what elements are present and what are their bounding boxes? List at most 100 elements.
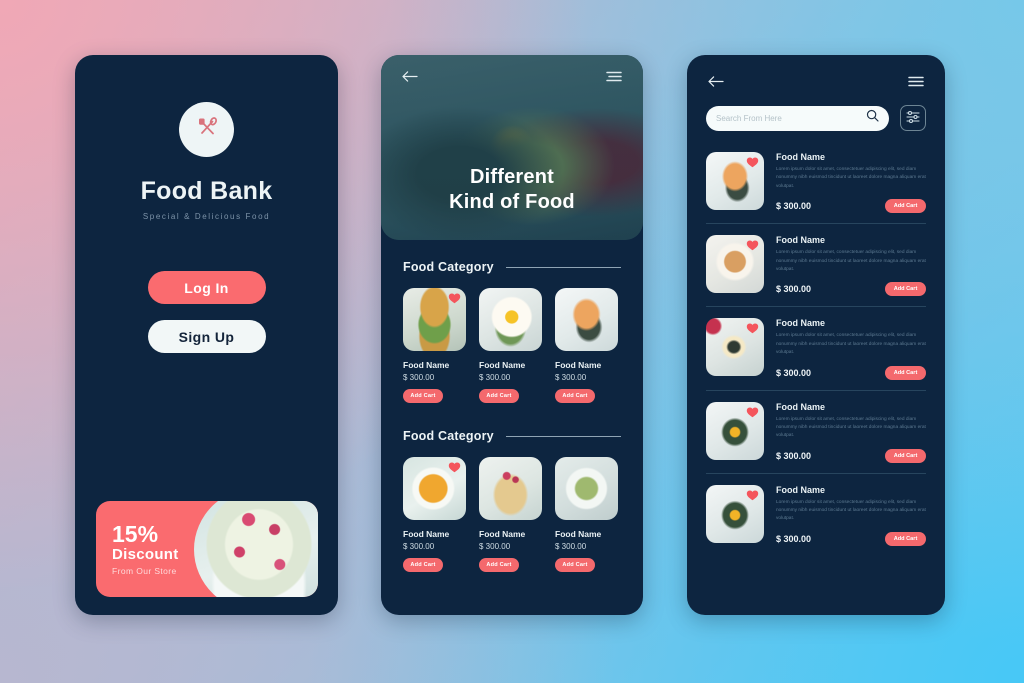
login-button[interactable]: Log In [147, 271, 266, 304]
add-cart-button[interactable]: Add Cart [555, 389, 595, 403]
section-header: Food Category [381, 429, 643, 443]
add-cart-button[interactable]: Add Cart [885, 531, 926, 546]
sliders-filter-icon [905, 109, 921, 128]
promo-banner[interactable]: 15% Discount From Our Store [96, 501, 318, 597]
food-card-name: Food Name [555, 360, 602, 370]
promo-percent: 15% [112, 520, 159, 547]
food-card-name: Food Name [403, 529, 450, 539]
sandwich-plate-photo [706, 318, 764, 377]
promo-discount-label: Discount [112, 546, 179, 564]
add-cart-button[interactable]: Add Cart [403, 558, 443, 572]
heart-icon[interactable] [448, 292, 461, 304]
food-card-price: $ 300.00 [403, 373, 435, 382]
food-card-price: $ 300.00 [403, 542, 435, 551]
avocado-egg-toast-photo [706, 484, 764, 543]
list-item-name: Food Name [776, 401, 826, 412]
food-card-name: Food Name [479, 529, 526, 539]
food-card-row: Food Name $ 300.00 Add Cart Food Name $ … [381, 288, 643, 403]
add-cart-button[interactable]: Add Cart [555, 558, 595, 572]
list-item-description: Lorem ipsum dolor sit amet, consectetuer… [776, 499, 926, 522]
hamburger-menu-icon [907, 76, 925, 91]
food-card-price: $ 300.00 [479, 542, 511, 551]
food-card-name: Food Name [479, 360, 526, 370]
list-item[interactable]: Food Name Lorem ipsum dolor sit amet, co… [706, 391, 926, 463]
pancake-stack-photo [194, 501, 318, 597]
search-input[interactable] [716, 113, 866, 123]
screen3-header [687, 55, 945, 88]
section-header: Food Category [381, 260, 643, 274]
add-cart-button[interactable]: Add Cart [885, 282, 926, 297]
hero-title: Different Kind of Food [381, 165, 643, 214]
list-item-description: Lorem ipsum dolor sit amet, consectetuer… [776, 416, 926, 439]
menu-button[interactable] [605, 70, 623, 83]
list-item-price: $ 300.00 [776, 201, 812, 212]
section-title: Food Category [403, 260, 494, 274]
category-screen: Different Kind of Food Food Category Foo… [381, 55, 643, 615]
burger-photo [403, 288, 466, 351]
filter-button[interactable] [900, 105, 926, 131]
list-item-name: Food Name [776, 152, 826, 162]
login-screen: Food Bank Special & Delicious Food Log I… [75, 55, 338, 615]
peach-toast-photo [555, 288, 618, 351]
page-title: Food Bank [140, 177, 273, 205]
food-card[interactable]: Food Name $ 300.00 Add Cart [403, 457, 466, 572]
add-cart-button[interactable]: Add Cart [479, 558, 519, 572]
heart-icon[interactable] [448, 461, 461, 473]
arrow-left-icon [401, 70, 418, 86]
back-button[interactable] [401, 70, 418, 83]
food-card-price: $ 300.00 [555, 542, 587, 551]
food-card[interactable]: Food Name $ 300.00 Add Cart [403, 288, 466, 403]
search-list-screen: Food Name Lorem ipsum dolor sit amet, co… [687, 55, 945, 615]
section-title: Food Category [403, 429, 494, 443]
list-item-description: Lorem ipsum dolor sit amet, consectetuer… [776, 250, 926, 272]
add-cart-button[interactable]: Add Cart [403, 389, 443, 403]
hero-banner: Different Kind of Food [381, 55, 643, 240]
bagel-photo [706, 235, 764, 294]
peach-toast-photo [706, 152, 764, 210]
food-card[interactable]: Food Name $ 300.00 Add Cart [479, 288, 542, 403]
food-card[interactable]: Food Name $ 300.00 Add Cart [479, 457, 542, 572]
section-rule [505, 266, 621, 268]
list-item-name: Food Name [776, 235, 826, 246]
heart-icon[interactable] [746, 239, 759, 251]
add-cart-button[interactable]: Add Cart [885, 199, 926, 214]
search-box[interactable] [706, 105, 889, 131]
add-cart-button[interactable]: Add Cart [885, 448, 926, 463]
food-card[interactable]: Food Name $ 300.00 Add Cart [555, 288, 618, 403]
list-item-name: Food Name [776, 318, 826, 329]
heart-icon[interactable] [746, 406, 759, 418]
mockup-canvas: Food Bank Special & Delicious Food Log I… [0, 0, 1024, 683]
list-item[interactable]: Food Name Lorem ipsum dolor sit amet, co… [706, 141, 926, 214]
list-item-price: $ 300.00 [776, 284, 812, 295]
pasta-photo [555, 457, 618, 520]
heart-icon[interactable] [746, 489, 759, 501]
arrow-left-icon [707, 76, 724, 91]
add-cart-button[interactable]: Add Cart [885, 365, 926, 380]
signup-button[interactable]: Sign Up [147, 320, 266, 353]
food-card-name: Food Name [555, 529, 602, 539]
list-item[interactable]: Food Name Lorem ipsum dolor sit amet, co… [706, 307, 926, 380]
food-list: Food Name Lorem ipsum dolor sit amet, co… [687, 141, 945, 546]
list-item[interactable]: Food Name Lorem ipsum dolor sit amet, co… [706, 474, 926, 546]
search-icon[interactable] [866, 109, 879, 127]
menu-button[interactable] [907, 75, 925, 88]
auth-buttons: Log In Sign Up [75, 271, 338, 353]
list-item[interactable]: Food Name Lorem ipsum dolor sit amet, co… [706, 224, 926, 297]
food-card[interactable]: Food Name $ 300.00 Add Cart [555, 457, 618, 572]
spoon-spatula-icon [193, 113, 221, 146]
heart-icon[interactable] [746, 322, 759, 334]
avocado-egg-toast-photo [706, 401, 764, 460]
food-card-row: Food Name $ 300.00 Add Cart Food Name $ … [381, 457, 643, 572]
brand-logo [179, 102, 234, 157]
add-cart-button[interactable]: Add Cart [479, 389, 519, 403]
fried-egg-toast-photo [479, 288, 542, 351]
brand-subtitle: Special & Delicious Food [142, 212, 271, 221]
berry-pancake-photo [479, 457, 542, 520]
pumpkin-soup-photo [403, 457, 466, 520]
list-item-price: $ 300.00 [776, 450, 812, 461]
section-rule [505, 435, 621, 437]
heart-icon[interactable] [746, 156, 759, 168]
food-card-price: $ 300.00 [555, 373, 587, 382]
food-card-name: Food Name [403, 360, 450, 370]
back-button[interactable] [707, 75, 724, 88]
